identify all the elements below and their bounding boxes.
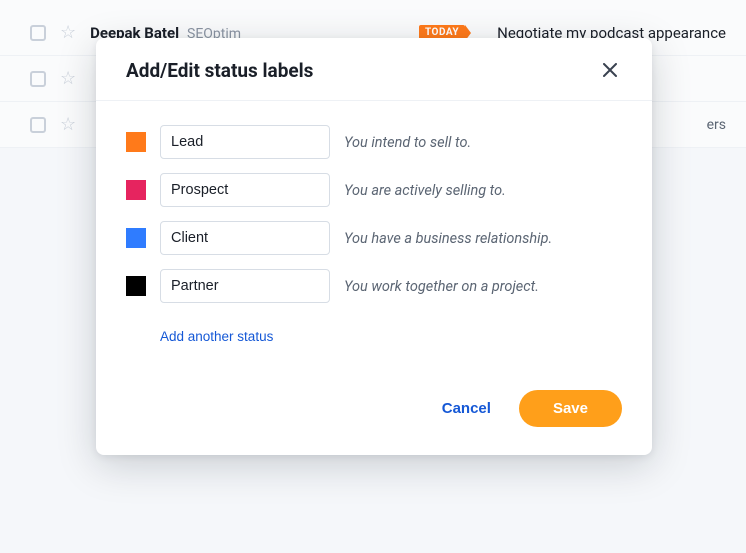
status-label-input[interactable] — [160, 125, 330, 159]
close-icon — [603, 63, 617, 77]
color-swatch[interactable] — [126, 228, 146, 248]
modal-header: Add/Edit status labels — [96, 38, 652, 101]
add-status-link[interactable]: Add another status — [160, 329, 273, 344]
status-label-input[interactable] — [160, 221, 330, 255]
status-description: You are actively selling to. — [344, 182, 506, 199]
status-row: You are actively selling to. — [126, 173, 622, 207]
status-label-input[interactable] — [160, 269, 330, 303]
color-swatch[interactable] — [126, 180, 146, 200]
modal-title: Add/Edit status labels — [126, 59, 313, 82]
cancel-button[interactable]: Cancel — [436, 392, 497, 425]
color-swatch[interactable] — [126, 276, 146, 296]
status-modal: Add/Edit status labels You intend to sel… — [96, 38, 652, 455]
status-row: You have a business relationship. — [126, 221, 622, 255]
status-label-input[interactable] — [160, 173, 330, 207]
status-row: You work together on a project. — [126, 269, 622, 303]
status-description: You have a business relationship. — [344, 230, 552, 247]
status-row: You intend to sell to. — [126, 125, 622, 159]
close-button[interactable] — [598, 58, 622, 82]
status-description: You intend to sell to. — [344, 134, 471, 151]
modal-overlay: Add/Edit status labels You intend to sel… — [0, 0, 746, 553]
status-description: You work together on a project. — [344, 278, 539, 295]
modal-footer: Cancel Save — [96, 360, 652, 455]
modal-body: You intend to sell to. You are actively s… — [96, 101, 652, 360]
save-button[interactable]: Save — [519, 390, 622, 427]
color-swatch[interactable] — [126, 132, 146, 152]
